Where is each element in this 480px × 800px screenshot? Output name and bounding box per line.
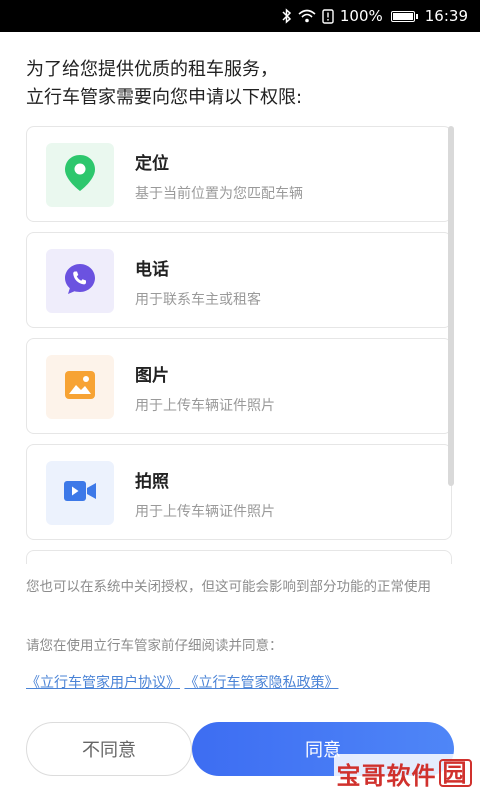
intro-text: 为了给您提供优质的租车服务， 立行车管家需要向您申请以下权限: — [26, 56, 466, 112]
permission-title: 电话 — [135, 260, 169, 280]
privacy-policy-link[interactable]: 《立行车管家隐私政策》 — [184, 675, 338, 691]
permission-title: 拍照 — [135, 472, 169, 492]
intro-line-2: 立行车管家需要向您申请以下权限: — [26, 87, 303, 108]
battery-icon — [390, 10, 418, 22]
scrollbar[interactable] — [448, 126, 454, 486]
intro-line-1: 为了给您提供优质的租车服务， — [26, 59, 278, 80]
permission-title: 定位 — [135, 154, 169, 174]
permission-card-image: 图片 用于上传车辆证件照片 — [26, 338, 452, 434]
bluetooth-icon — [282, 8, 292, 24]
permission-card-partial — [26, 550, 452, 564]
permission-desc: 基于当前位置为您匹配车辆 — [135, 186, 303, 202]
image-icon — [64, 370, 96, 404]
permission-desc: 用于联系车主或租客 — [135, 292, 261, 308]
location-icon-box — [46, 143, 114, 207]
video-camera-icon — [63, 479, 97, 507]
agreement-prompt: 请您在使用立行车管家前仔细阅读并同意： — [26, 638, 283, 654]
permission-desc: 用于上传车辆证件照片 — [135, 398, 275, 414]
permission-card-location: 定位 基于当前位置为您匹配车辆 — [26, 126, 452, 222]
alert-icon — [322, 8, 334, 24]
watermark-logo: 宝哥软件 园 — [334, 754, 474, 792]
location-pin-icon — [63, 153, 97, 197]
battery-percent: 100% — [339, 7, 383, 25]
disagree-button[interactable]: 不同意 — [26, 722, 192, 776]
watermark-boxed-text: 园 — [438, 759, 472, 787]
permission-title: 图片 — [135, 366, 169, 386]
phone-icon-box — [46, 249, 114, 313]
permission-card-camera: 拍照 用于上传车辆证件照片 — [26, 444, 452, 540]
wifi-icon — [298, 9, 316, 23]
notice-text: 您也可以在系统中关闭授权，但这可能会影响到部分功能的正常使用 — [26, 579, 431, 595]
status-bar: 100% 16:39 — [0, 0, 480, 32]
watermark-text: 宝哥软件 — [336, 761, 437, 790]
agreement-links: 《立行车管家用户协议》 《立行车管家隐私政策》 — [26, 672, 466, 692]
clock: 16:39 — [424, 7, 468, 25]
permission-card-phone: 电话 用于联系车主或租客 — [26, 232, 452, 328]
user-agreement-link[interactable]: 《立行车管家用户协议》 — [26, 675, 180, 691]
permission-desc: 用于上传车辆证件照片 — [135, 504, 275, 520]
permission-list[interactable]: 定位 基于当前位置为您匹配车辆 电话 用于联系车主或租客 图片 用于上传车辆证件… — [26, 124, 454, 564]
camera-icon-box — [46, 461, 114, 525]
phone-icon — [63, 262, 97, 300]
image-icon-box — [46, 355, 114, 419]
